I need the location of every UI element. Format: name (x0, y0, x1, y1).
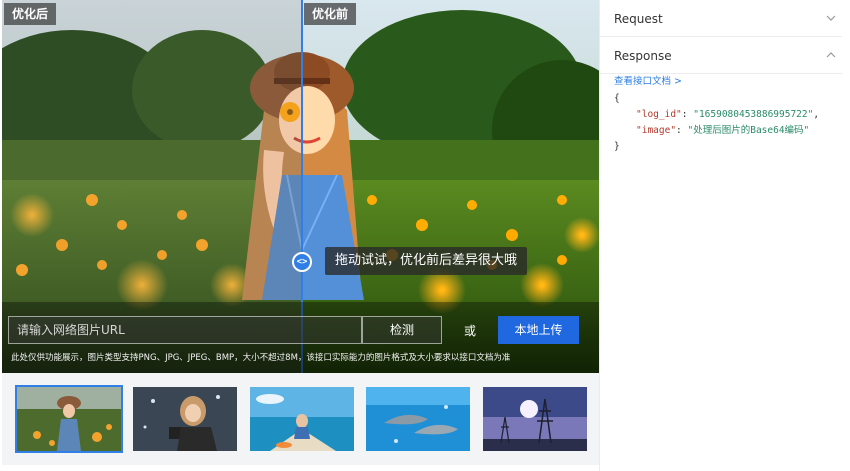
thumbnail-girl-camera[interactable] (133, 387, 237, 451)
request-section-header[interactable]: Request (600, 0, 842, 37)
response-title: Response (614, 49, 672, 63)
drag-hint-tooltip: 拖动试试，优化前后差异很大哦 (325, 247, 528, 275)
response-json: { "log_id": "1659080453886995722", "imag… (614, 91, 819, 155)
thumbnail-girl-boat[interactable] (250, 387, 354, 451)
thumbnail-power-tower[interactable] (483, 387, 587, 451)
detect-button[interactable]: 检测 (362, 316, 442, 344)
or-separator: 或 (464, 324, 477, 338)
local-upload-button[interactable]: 本地上传 (498, 316, 579, 344)
thumbnail-girl-flowers[interactable] (15, 385, 123, 453)
thumbnail-dolphins[interactable] (366, 387, 470, 451)
json-open-brace: { (614, 93, 620, 104)
chevron-down-icon[interactable] (826, 13, 836, 23)
request-title: Request (614, 12, 663, 26)
image-compare-demo[interactable]: 优化后 优化前 <> 拖动试试，优化前后差异很大哦 检测 或 本地上传 此处仅供… (2, 0, 599, 373)
image-url-input[interactable] (8, 316, 362, 344)
json-field-log-id: "log_id": "1659080453886995722", (636, 109, 820, 120)
before-label: 优化前 (304, 3, 357, 25)
api-panel: Request Response 查看接口文档 > { "log_id": "1… (599, 0, 842, 471)
drag-handle-icon[interactable]: <> (292, 252, 312, 272)
app-root: 优化后 优化前 <> 拖动试试，优化前后差异很大哦 检测 或 本地上传 此处仅供… (0, 0, 850, 471)
response-section-header[interactable]: Response (600, 37, 842, 74)
api-docs-link[interactable]: 查看接口文档 > (614, 73, 682, 87)
usage-disclaimer: 此处仅供功能展示，图片类型支持PNG、JPG、JPEG、BMP，大小不超过8M，… (11, 353, 511, 363)
json-field-image: "image": "处理后图片的Base64编码" (636, 125, 810, 136)
after-label: 优化后 (4, 3, 57, 25)
sample-thumbnails (2, 373, 599, 465)
chevron-up-icon[interactable] (826, 50, 836, 60)
json-close-brace: } (614, 141, 620, 152)
